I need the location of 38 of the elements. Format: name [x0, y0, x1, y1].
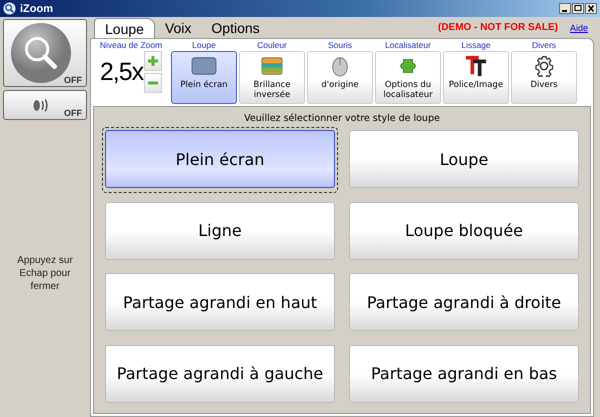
group-header: Divers: [532, 40, 556, 51]
style-button[interactable]: Partage agrandi à gauche: [105, 344, 335, 402]
tab[interactable]: Loupe: [94, 18, 155, 38]
style-button[interactable]: Plein écran: [105, 130, 335, 188]
magnifier-icon: [3, 2, 16, 15]
style-button[interactable]: Partage agrandi en bas: [349, 344, 579, 402]
toolbar-button[interactable]: Options du localisateur: [375, 51, 441, 104]
toolbar-button[interactable]: Police/Image: [443, 51, 509, 104]
minimize-icon[interactable]: [559, 3, 571, 14]
group-header: Niveau de Zoom: [100, 40, 162, 51]
magnifier-toggle[interactable]: OFF: [3, 19, 87, 87]
toolbar-button[interactable]: Divers: [511, 51, 577, 104]
escape-hint: Appuyez sur Echap pour fermer: [16, 254, 74, 293]
plus-icon: [147, 55, 160, 67]
group-header: Couleur: [257, 40, 287, 51]
toolbar-button[interactable]: Brillance inversée: [239, 51, 305, 104]
style-button[interactable]: Loupe bloquée: [349, 202, 579, 260]
tab[interactable]: Options: [201, 18, 270, 38]
help-link[interactable]: Aide: [570, 23, 588, 33]
group-header: Localisateur: [385, 40, 431, 51]
toolbar-button[interactable]: d'origine: [307, 51, 373, 104]
close-icon[interactable]: [585, 3, 597, 14]
group-header: Lissage: [461, 40, 491, 51]
style-prompt: Veuillez sélectionner votre style de loupe: [243, 113, 441, 124]
group-header: Souris: [328, 40, 352, 51]
tab[interactable]: Voix: [154, 18, 202, 38]
style-button[interactable]: Ligne: [105, 202, 335, 260]
group-header: Loupe: [192, 40, 216, 51]
maximize-icon[interactable]: [572, 3, 584, 14]
demo-notice: (DEMO - NOT FOR SALE): [438, 22, 558, 33]
speech-toggle[interactable]: OFF: [3, 90, 87, 120]
toolbar-button[interactable]: Plein écran: [171, 51, 237, 104]
style-button[interactable]: Partage agrandi à droite: [349, 273, 579, 331]
style-button[interactable]: Partage agrandi en haut: [105, 273, 335, 331]
zoom-level: 2,5x: [100, 58, 144, 86]
window-title: iZoom: [20, 2, 53, 14]
window-icon: [190, 55, 218, 77]
style-button[interactable]: Loupe: [349, 130, 579, 188]
